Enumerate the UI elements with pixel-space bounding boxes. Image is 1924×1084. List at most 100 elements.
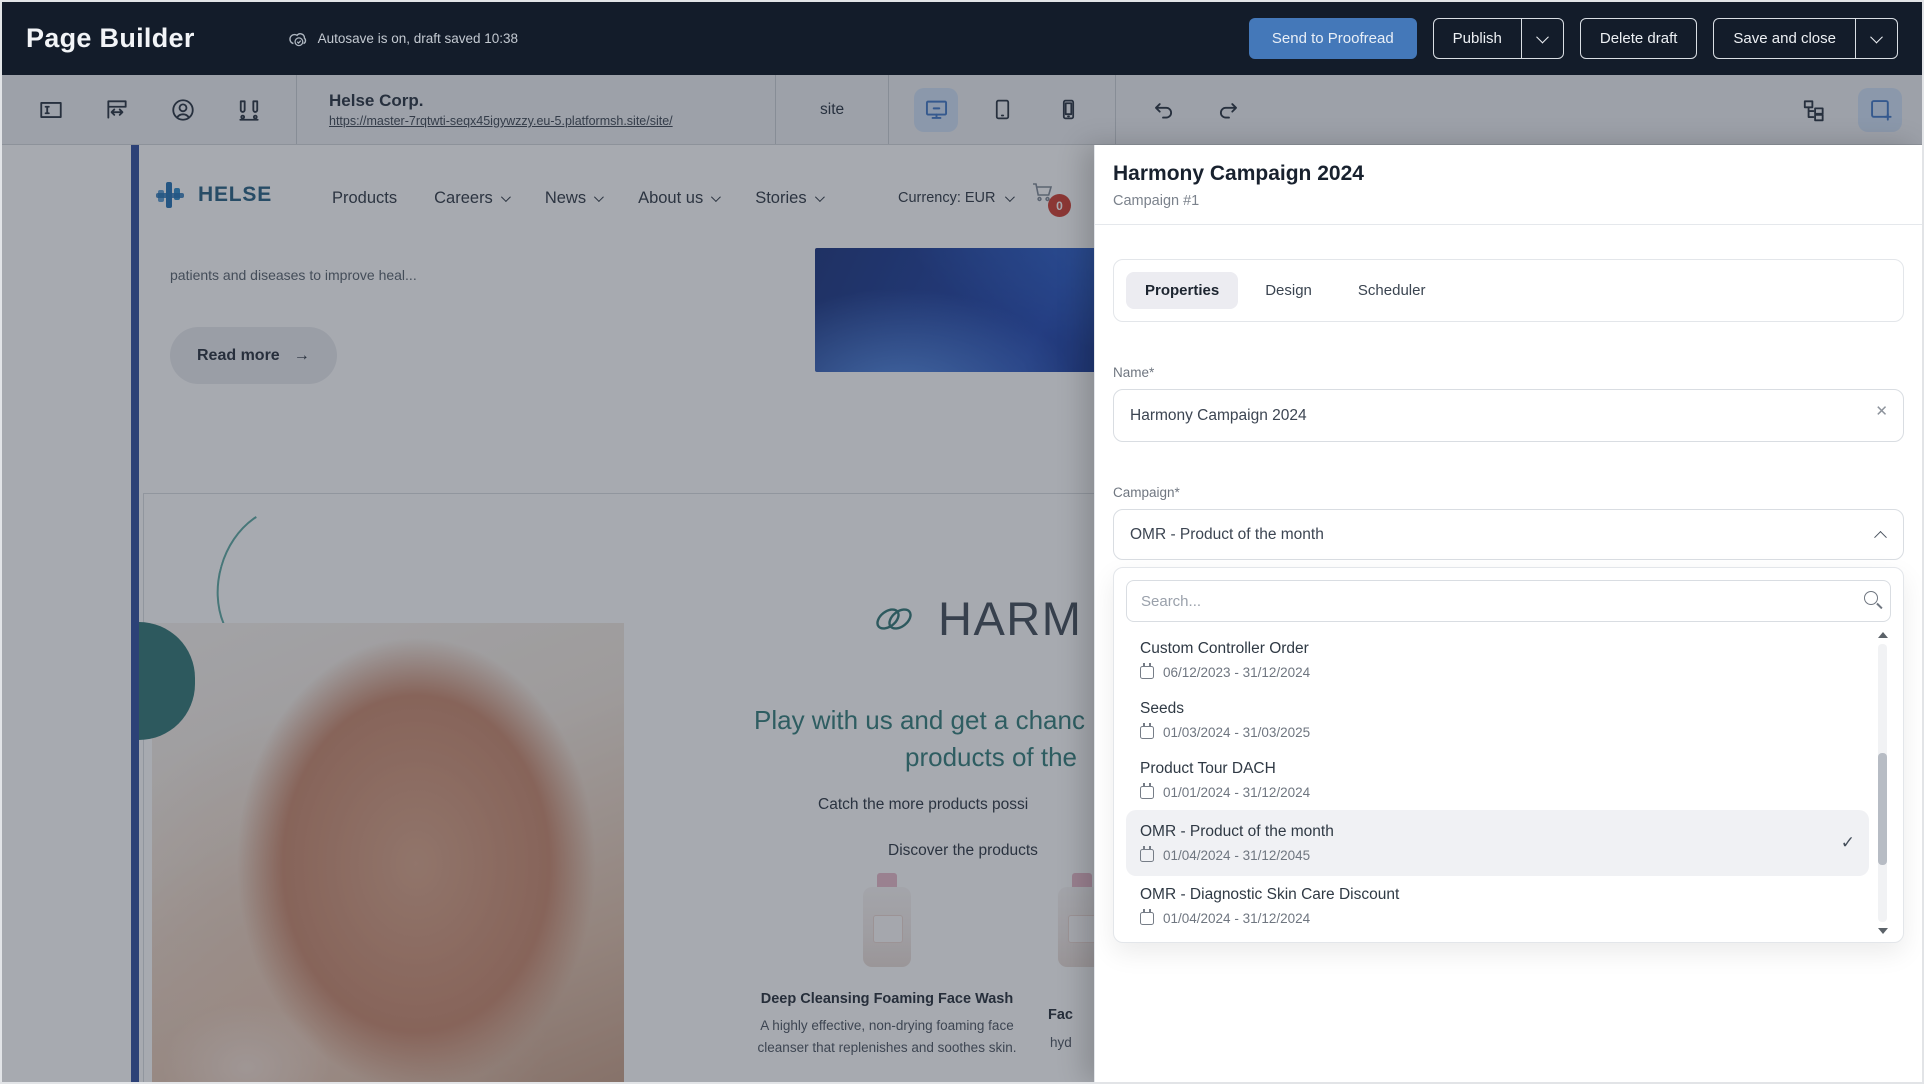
chevron-down-icon [711, 192, 721, 202]
site-name[interactable]: Helse Corp. [329, 91, 761, 111]
app-title: Page Builder [26, 23, 195, 54]
calendar-icon [1140, 726, 1154, 739]
product-description: A highly effective, non-drying foaming f… [757, 1015, 1017, 1058]
chevron-down-icon [1536, 31, 1549, 44]
chevron-up-icon [1874, 531, 1887, 544]
panel-tabs: Properties Design Scheduler [1113, 259, 1904, 322]
site-url-link[interactable]: https://master-7rqtwti-seqx45igywzzy.eu-… [329, 114, 761, 128]
campaign-select[interactable]: OMR - Product of the month [1113, 509, 1904, 560]
send-to-proofread-button[interactable]: Send to Proofread [1249, 18, 1417, 59]
cart-count-badge: 0 [1048, 194, 1071, 217]
nav-item-news[interactable]: News [545, 189, 601, 208]
chevron-down-icon [815, 192, 825, 202]
helse-logo-icon [152, 177, 188, 213]
scroll-up-arrow[interactable] [1878, 632, 1888, 638]
tab-design[interactable]: Design [1246, 272, 1331, 309]
ab-test-button[interactable] [227, 88, 271, 132]
harmony-brand: HARM [866, 591, 1082, 646]
campaign-subline-1: Catch the more products possi [818, 796, 1028, 814]
panel-toggle-button[interactable] [29, 88, 73, 132]
scrollbar-thumb[interactable] [1878, 753, 1887, 865]
publish-dropdown-toggle[interactable] [1521, 19, 1563, 58]
campaign-headline-2: products of the [905, 742, 1077, 773]
campaign-select-value: OMR - Product of the month [1130, 526, 1324, 544]
dropdown-option-selected[interactable]: OMR - Product of the month 01/04/2024 - … [1126, 810, 1869, 876]
mobile-icon [1056, 97, 1081, 122]
page-tree-button[interactable] [1792, 88, 1836, 132]
cart-button[interactable]: 0 [1030, 180, 1054, 209]
calendar-icon [1140, 912, 1154, 925]
site-info: Helse Corp. https://master-7rqtwti-seqx4… [329, 91, 761, 128]
desktop-preview-button[interactable] [914, 88, 958, 132]
model-photo [152, 623, 624, 1082]
add-section-button[interactable] [1858, 88, 1902, 132]
check-icon: ✓ [1841, 833, 1855, 853]
delete-draft-button[interactable]: Delete draft [1580, 18, 1698, 59]
redo-button[interactable] [1207, 88, 1251, 132]
dropdown-search-input[interactable] [1126, 580, 1891, 622]
dropdown-option[interactable]: Product Tour DACH 01/01/2024 - 31/12/202… [1126, 750, 1869, 810]
dropdown-scrollbar [1876, 632, 1889, 934]
scroll-down-arrow[interactable] [1878, 928, 1888, 934]
campaign-field-label: Campaign* [1113, 485, 1904, 500]
personalization-button[interactable] [161, 88, 205, 132]
dropdown-option[interactable]: Custom Controller Order 06/12/2023 - 31/… [1126, 630, 1869, 690]
editor-toolbar: Helse Corp. https://master-7rqtwti-seqx4… [2, 75, 1922, 145]
helse-logo[interactable]: HELSE [152, 177, 272, 213]
nav-item-products[interactable]: Products [332, 189, 397, 208]
page-builder-app: Page Builder Autosave is on, draft saved… [0, 0, 1924, 1084]
publish-button[interactable]: Publish [1433, 18, 1564, 59]
site-navbar: HELSE Products Careers News About us Sto… [2, 173, 1094, 223]
save-and-close-button[interactable]: Save and close [1713, 18, 1898, 59]
name-input[interactable] [1113, 389, 1904, 442]
mobile-preview-button[interactable] [1046, 88, 1090, 132]
nav-item-stories[interactable]: Stories [755, 189, 821, 208]
panel-header: Harmony Campaign 2024 Campaign #1 [1095, 145, 1922, 225]
preview-left-strip [131, 145, 139, 1082]
undo-icon [1150, 97, 1176, 123]
desktop-icon [923, 96, 950, 123]
chevron-down-icon [1004, 192, 1014, 202]
top-bar: Page Builder Autosave is on, draft saved… [2, 2, 1922, 75]
save-dropdown-toggle[interactable] [1855, 19, 1897, 58]
window-arrows-icon [104, 97, 130, 123]
campaign-subline-2: Discover the products [888, 842, 1038, 860]
search-icon [1864, 591, 1878, 605]
layout-swap-button[interactable] [95, 88, 139, 132]
autosave-text: Autosave is on, draft saved 10:38 [318, 31, 518, 46]
calendar-icon [1140, 666, 1154, 679]
name-field-wrap: ✕ [1113, 380, 1904, 442]
campaign-settings-panel: Harmony Campaign 2024 Campaign #1 Proper… [1094, 145, 1922, 1082]
product-description: hyd [1050, 1035, 1072, 1050]
arrow-right-icon: → [294, 347, 310, 365]
currency-selector[interactable]: Currency: EUR [898, 173, 1012, 223]
panel-body: Properties Design Scheduler Name* ✕ Camp… [1095, 259, 1922, 943]
nav-item-careers[interactable]: Careers [434, 189, 508, 208]
tablet-preview-button[interactable] [980, 88, 1024, 132]
avatar-icon [170, 97, 196, 123]
tab-scheduler[interactable]: Scheduler [1339, 272, 1445, 309]
cloud-check-icon [287, 30, 309, 48]
read-more-button[interactable]: Read more → [170, 327, 337, 384]
product-card[interactable]: Deep Cleansing Foaming Face Wash A highl… [757, 887, 1017, 1058]
campaign-headline-1: Play with us and get a chanc [754, 705, 1085, 736]
topbar-actions: Send to Proofread Publish Delete draft S… [1249, 18, 1898, 59]
dropdown-option[interactable]: Seeds 01/03/2024 - 31/03/2025 [1126, 690, 1869, 750]
calendar-icon [1140, 849, 1154, 862]
dropdown-search-wrap [1126, 580, 1891, 622]
toolbar-divider [1115, 75, 1116, 144]
clear-name-icon[interactable]: ✕ [1875, 402, 1888, 420]
save-and-close-label: Save and close [1714, 30, 1855, 47]
toolbar-divider [296, 75, 297, 144]
toolbar-divider [888, 75, 889, 144]
article-hero-image [815, 248, 1094, 372]
tab-properties[interactable]: Properties [1126, 272, 1238, 309]
undo-button[interactable] [1141, 88, 1185, 132]
chevron-down-icon [1870, 31, 1883, 44]
toolbar-divider [775, 75, 776, 144]
dropdown-option[interactable]: OMR - Diagnostic Skin Care Discount 01/0… [1126, 876, 1869, 936]
product-image [1058, 887, 1094, 967]
harmony-chain-icon [866, 600, 922, 638]
nav-item-about-us[interactable]: About us [638, 189, 718, 208]
helse-logo-text: HELSE [198, 183, 272, 207]
